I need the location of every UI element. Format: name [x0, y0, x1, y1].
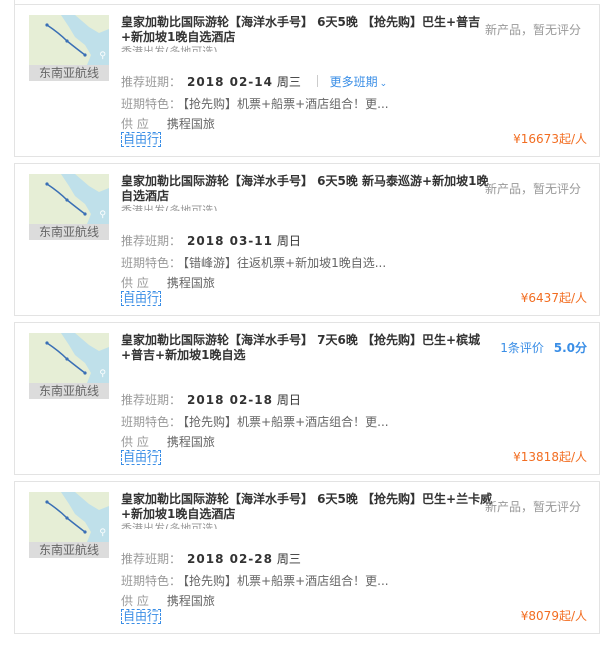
feature-row: 班期特色： 【错峰游】往返机票+新加坡1晚自选... [121, 254, 386, 272]
route-map-icon: ⚲ [29, 333, 109, 383]
route-map-icon: ⚲ [29, 15, 109, 65]
weekday: 周日 [276, 234, 301, 248]
route-map-icon: ⚲ [29, 174, 109, 224]
feature-row: 班期特色： 【抢先购】机票+船票+酒店组合！更... [121, 572, 389, 590]
product-title[interactable]: 皇家加勒比国际游轮【海洋水手号】 7天6晚 【抢先购】巴生+槟城 +普吉+新加坡… [121, 333, 491, 363]
supplier-row: 供 应 携程国旅 [121, 274, 215, 292]
departure-info: 香港出发(多地可选) [121, 204, 218, 211]
feature-label: 班期特色： [121, 97, 182, 111]
rating-info: 新产品，暂无评分 [485, 498, 587, 515]
rating-info: 新产品，暂无评分 [485, 21, 587, 38]
recommended-date: 2018 02-18 [187, 393, 273, 407]
title-line[interactable]: 自选酒店 [121, 189, 491, 204]
divider [316, 75, 318, 87]
feature-label: 班期特色： [121, 415, 182, 429]
product-card[interactable]: ⚲ 东南亚航线 皇家加勒比国际游轮【海洋水手号】 7天6晚 【抢先购】巴生+槟城… [14, 322, 600, 475]
more-dates-label: 更多班期 [329, 75, 378, 89]
supplier-row: 供 应 携程国旅 [121, 433, 215, 451]
product-title[interactable]: 皇家加勒比国际游轮【海洋水手号】 6天5晚 【抢先购】巴生+兰卡威 +新加坡1晚… [121, 492, 492, 522]
tour-type-badge: 自由行 [121, 132, 162, 147]
magnifier-icon[interactable]: ⚲ [99, 528, 106, 538]
review-count-link[interactable]: 1条评价 [500, 341, 544, 355]
feature-row: 班期特色： 【抢先购】机票+船票+酒店组合！更... [121, 413, 389, 431]
tour-type-badge: 自由行 [121, 291, 162, 306]
date-label: 推荐班期： [121, 234, 182, 248]
title-line[interactable]: +新加坡1晚自选酒店 [121, 507, 491, 522]
weekday: 周三 [276, 552, 301, 566]
title-line[interactable]: +新加坡1晚自选酒店 [121, 30, 491, 45]
rating-text: 新产品，暂无评分 [484, 500, 581, 514]
product-thumbnail[interactable]: ⚲ 东南亚航线 [29, 15, 109, 81]
route-map-icon: ⚲ [29, 492, 109, 542]
feature-label: 班期特色： [121, 574, 182, 588]
weekday: 周三 [276, 75, 301, 89]
more-dates-link[interactable]: 更多班期 ⌄ [330, 75, 388, 89]
product-list: ⚲ 东南亚航线 皇家加勒比国际游轮【海洋水手号】 6天5晚 【抢先购】巴生+普吉… [0, 0, 607, 650]
date-row: 推荐班期： 2018 02-28 周三 [121, 550, 301, 568]
product-title[interactable]: 皇家加勒比国际游轮【海洋水手号】 6天5晚 【抢先购】巴生+普吉 +新加坡1晚自… [121, 15, 491, 45]
rating-info: 1条评价 5.0分 [500, 339, 587, 356]
title-line[interactable]: 皇家加勒比国际游轮【海洋水手号】 6天5晚 【抢先购】巴生+普吉 [121, 15, 491, 30]
rating-text: 新产品，暂无评分 [484, 182, 581, 196]
date-row: 推荐班期： 2018 03-11 周日 [121, 232, 301, 250]
product-thumbnail[interactable]: ⚲ 东南亚航线 [29, 333, 109, 399]
product-card[interactable]: ⚲ 东南亚航线 皇家加勒比国际游轮【海洋水手号】 6天5晚 新马泰巡游+新加坡1… [14, 163, 600, 316]
product-price: ¥8079起/人 [520, 609, 587, 623]
product-thumbnail[interactable]: ⚲ 东南亚航线 [29, 492, 109, 558]
weekday: 周日 [276, 393, 301, 407]
title-line[interactable]: 皇家加勒比国际游轮【海洋水手号】 6天5晚 【抢先购】巴生+兰卡威 [121, 492, 492, 507]
review-score: 5.0分 [553, 341, 587, 355]
feature-text: 【抢先购】机票+船票+酒店组合！更... [183, 415, 389, 429]
product-title[interactable]: 皇家加勒比国际游轮【海洋水手号】 6天5晚 新马泰巡游+新加坡1晚 自选酒店 [121, 174, 491, 204]
magnifier-icon[interactable]: ⚲ [99, 369, 106, 379]
tour-type-badge: 自由行 [121, 609, 162, 624]
region-label: 东南亚航线 [29, 383, 109, 399]
date-row: 推荐班期： 2018 02-18 周日 [121, 391, 301, 409]
date-label: 推荐班期： [121, 552, 182, 566]
departure-info: 香港出发(多地可选) [121, 522, 218, 529]
feature-text: 【抢先购】机票+船票+酒店组合！更... [183, 574, 389, 588]
recommended-date: 2018 03-11 [187, 234, 273, 248]
product-thumbnail[interactable]: ⚲ 东南亚航线 [29, 174, 109, 240]
supplier-label: 供 应 [121, 435, 149, 449]
rating-info: 新产品，暂无评分 [485, 180, 587, 197]
product-price: ¥6437起/人 [520, 291, 587, 305]
feature-row: 班期特色： 【抢先购】机票+船票+酒店组合！更... [121, 95, 389, 113]
date-label: 推荐班期： [121, 393, 182, 407]
product-card[interactable]: ⚲ 东南亚航线 皇家加勒比国际游轮【海洋水手号】 6天5晚 【抢先购】巴生+兰卡… [14, 481, 600, 634]
supplier-name: 携程国旅 [166, 276, 215, 290]
region-label: 东南亚航线 [29, 542, 109, 558]
product-card[interactable]: ⚲ 东南亚航线 皇家加勒比国际游轮【海洋水手号】 6天5晚 【抢先购】巴生+普吉… [14, 4, 600, 157]
supplier-name: 携程国旅 [166, 435, 215, 449]
chevron-down-icon: ⌄ [379, 79, 388, 89]
supplier-row: 供 应 携程国旅 [121, 115, 215, 133]
product-price: ¥13818起/人 [513, 450, 587, 464]
tour-type-badge: 自由行 [121, 450, 162, 465]
rating-text: 新产品，暂无评分 [484, 23, 581, 37]
date-row: 推荐班期： 2018 02-14 周三 更多班期 ⌄ [121, 73, 387, 93]
supplier-label: 供 应 [121, 117, 149, 131]
title-line[interactable]: 皇家加勒比国际游轮【海洋水手号】 7天6晚 【抢先购】巴生+槟城 [121, 333, 491, 348]
title-line[interactable]: +普吉+新加坡1晚自选 [121, 348, 491, 363]
recommended-date: 2018 02-28 [187, 552, 273, 566]
supplier-row: 供 应 携程国旅 [121, 592, 215, 610]
feature-label: 班期特色： [121, 256, 182, 270]
region-label: 东南亚航线 [29, 224, 109, 240]
title-line[interactable]: 皇家加勒比国际游轮【海洋水手号】 6天5晚 新马泰巡游+新加坡1晚 [121, 174, 491, 189]
magnifier-icon[interactable]: ⚲ [99, 210, 106, 220]
region-label: 东南亚航线 [29, 65, 109, 81]
supplier-name: 携程国旅 [166, 594, 215, 608]
departure-info: 香港出发(多地可选) [121, 45, 218, 52]
date-label: 推荐班期： [121, 75, 182, 89]
supplier-label: 供 应 [121, 276, 149, 290]
recommended-date: 2018 02-14 [187, 75, 273, 89]
feature-text: 【抢先购】机票+船票+酒店组合！更... [183, 97, 389, 111]
feature-text: 【错峰游】往返机票+新加坡1晚自选... [183, 256, 387, 270]
supplier-label: 供 应 [121, 594, 149, 608]
product-price: ¥16673起/人 [513, 132, 587, 146]
supplier-name: 携程国旅 [166, 117, 215, 131]
magnifier-icon[interactable]: ⚲ [99, 51, 106, 61]
